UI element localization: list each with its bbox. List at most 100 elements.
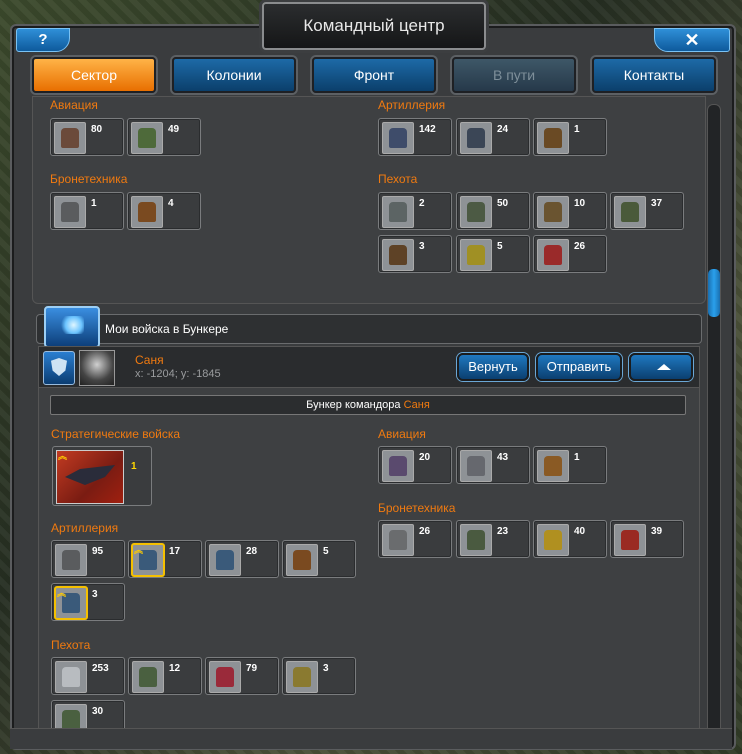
gray-tank-icon <box>55 544 87 576</box>
help-button[interactable]: ? <box>16 28 70 52</box>
blue-claw-icon: ︽ <box>132 544 164 576</box>
rank-icon: ︽ <box>134 545 144 555</box>
bunker-owner-label: Бункер командора Саня <box>50 395 686 415</box>
unit-count: 17 <box>169 546 181 557</box>
send-button[interactable]: Отправить <box>536 353 622 381</box>
unit-slot[interactable]: 39 <box>610 520 684 558</box>
heavy-mech-icon <box>54 122 86 154</box>
collapse-button[interactable] <box>629 353 693 381</box>
player-row: Саня x: -1204; y: -1845 Вернуть Отправит… <box>38 346 700 388</box>
window-title: Командный центр <box>303 16 445 35</box>
unit-count: 80 <box>91 124 103 135</box>
unit-slot[interactable]: 253 <box>51 657 125 695</box>
unit-slot[interactable]: 3 <box>282 657 356 695</box>
unit-slot[interactable]: 80 <box>50 118 124 156</box>
unit-count: 40 <box>574 526 586 537</box>
tab-colonies[interactable]: Колонии <box>172 57 296 93</box>
unit-slot[interactable]: 2 <box>378 192 452 230</box>
unit-count: 1 <box>574 452 580 463</box>
unit-count: 10 <box>574 198 586 209</box>
sector-artillery-label: Артиллерия <box>378 98 446 112</box>
unit-slot[interactable]: ︽ 3 <box>51 583 125 621</box>
tab-in-transit[interactable]: В пути <box>452 57 576 93</box>
blue-claw-icon: ︽ <box>55 587 87 619</box>
unit-count: 26 <box>574 241 586 252</box>
unit-slot[interactable]: 79 <box>205 657 279 695</box>
unit-slot[interactable]: 3 <box>378 235 452 273</box>
green-soldier-icon <box>132 661 164 693</box>
unit-slot[interactable]: 43 <box>456 446 530 484</box>
rank-icon: ︽ <box>57 588 67 598</box>
tab-contacts[interactable]: Контакты <box>592 57 716 93</box>
scroll-thumb[interactable] <box>708 269 720 317</box>
unit-count: 79 <box>246 663 258 674</box>
unit-slot[interactable]: 5 <box>282 540 356 578</box>
artillery-walker-icon <box>460 122 492 154</box>
purple-fighter-icon <box>382 450 414 482</box>
unit-count: 24 <box>497 124 509 135</box>
unit-slot[interactable]: 1 <box>533 118 607 156</box>
unit-count: 43 <box>497 452 509 463</box>
unit-count: 37 <box>651 198 663 209</box>
bunker-owner-prefix: Бункер командора <box>306 399 401 411</box>
sector-aviation-label: Авиация <box>50 98 98 112</box>
brown-tank-icon <box>286 544 318 576</box>
unit-count: 142 <box>419 124 436 135</box>
unit-slot[interactable]: 26 <box>378 520 452 558</box>
unit-count: 1 <box>574 124 580 135</box>
tab-sector[interactable]: Сектор <box>32 57 156 93</box>
unit-count: 1 <box>91 198 97 209</box>
unit-slot[interactable]: 50 <box>456 192 530 230</box>
unit-count: 2 <box>419 198 425 209</box>
unit-slot[interactable]: 20 <box>378 446 452 484</box>
avatar <box>79 350 115 386</box>
unit-slot[interactable]: 10 <box>533 192 607 230</box>
unit-slot[interactable]: 40 <box>533 520 607 558</box>
unit-count: 12 <box>169 663 181 674</box>
unit-slot[interactable]: 23 <box>456 520 530 558</box>
player-coords: x: -1204; y: -1845 <box>135 368 221 380</box>
unit-slot[interactable]: 4 <box>127 192 201 230</box>
unit-slot[interactable]: 26 <box>533 235 607 273</box>
gray-tank-icon <box>54 196 86 228</box>
soldier-icon <box>382 196 414 228</box>
unit-count: 95 <box>92 546 104 557</box>
bunker-strategic-label: Стратегические войска <box>51 427 181 441</box>
unit-slot[interactable]: 95 <box>51 540 125 578</box>
unit-slot[interactable]: 49 <box>127 118 201 156</box>
unit-slot[interactable]: 37 <box>610 192 684 230</box>
unit-count: 3 <box>92 589 98 600</box>
bunker-header[interactable]: Мои войска в Бункере <box>36 314 702 344</box>
rank-icon: ︽ <box>58 451 68 461</box>
kneeling-soldier-icon <box>614 196 646 228</box>
orange-fighter-icon <box>537 450 569 482</box>
scrollbar[interactable] <box>707 104 721 742</box>
bunker-aviation-label: Авиация <box>378 427 426 441</box>
yellow-walker-icon <box>460 239 492 271</box>
gray-spider-icon <box>382 524 414 556</box>
unit-slot[interactable]: ︽ 1 <box>52 446 152 506</box>
unit-slot[interactable]: 1 <box>50 192 124 230</box>
unit-slot[interactable]: 142 <box>378 118 452 156</box>
unit-slot[interactable]: 24 <box>456 118 530 156</box>
blue-mech-icon <box>382 122 414 154</box>
unit-slot[interactable]: 1 <box>533 446 607 484</box>
brown-mech-icon <box>537 122 569 154</box>
unit-count: 3 <box>419 241 425 252</box>
brown-soldier-icon <box>382 239 414 271</box>
bunker-header-label: Мои войска в Бункере <box>105 322 229 336</box>
return-button[interactable]: Вернуть <box>457 353 529 381</box>
unit-slot[interactable]: 5 <box>456 235 530 273</box>
unit-count: 50 <box>497 198 509 209</box>
red-spider-icon <box>614 524 646 556</box>
bunker-artillery-label: Артиллерия <box>51 521 119 535</box>
tab-front[interactable]: Фронт <box>312 57 436 93</box>
strategic-ship-icon: ︽ <box>56 450 124 504</box>
bunker-owner-name: Саня <box>403 399 430 411</box>
unit-slot[interactable]: 12 <box>128 657 202 695</box>
unit-slot[interactable]: 28 <box>205 540 279 578</box>
close-button[interactable]: ✕ <box>654 28 730 52</box>
unit-slot[interactable]: ︽ 17 <box>128 540 202 578</box>
player-name[interactable]: Саня <box>135 353 164 367</box>
sector-infantry-label: Пехота <box>378 172 418 186</box>
